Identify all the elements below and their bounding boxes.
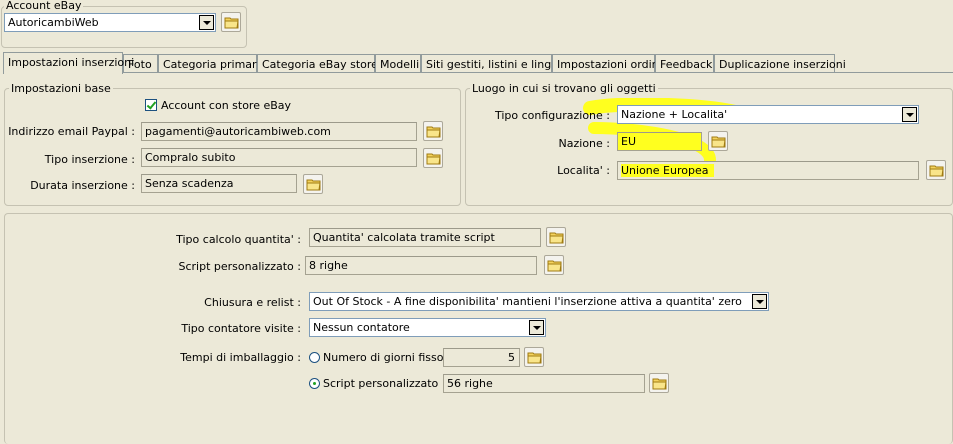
account-folder-button[interactable] bbox=[221, 12, 241, 32]
imballaggio-label: Tempi di imballaggio : bbox=[180, 351, 301, 364]
nazione-folder-button[interactable] bbox=[708, 131, 728, 151]
script-folder-button[interactable] bbox=[544, 255, 564, 275]
localita-field: Unione Europea bbox=[617, 161, 919, 180]
radio-giorni-fisso[interactable] bbox=[309, 352, 320, 363]
giorni-value: 5 bbox=[508, 351, 515, 364]
tab-impostazioni-inserzioni[interactable]: Impostazioni inserzioni bbox=[3, 52, 134, 74]
folder-icon bbox=[547, 260, 562, 272]
tab-modelli[interactable]: Modelli bbox=[375, 54, 421, 73]
paypal-label: Indirizzo email Paypal : bbox=[8, 125, 135, 138]
durata-value: Senza scadenza bbox=[145, 177, 234, 190]
chevron-down-icon[interactable] bbox=[902, 107, 917, 122]
tab-siti-gestiti[interactable]: Siti gestiti, listini e lingue bbox=[421, 54, 565, 73]
store-checkbox[interactable] bbox=[145, 99, 157, 111]
tab-label: Siti gestiti, listini e lingue bbox=[426, 58, 565, 71]
chevron-down-icon[interactable] bbox=[752, 294, 767, 309]
tab-label: Impostazioni ordini bbox=[557, 58, 662, 71]
paypal-field: pagamenti@autoricambiweb.com bbox=[141, 122, 417, 141]
folder-icon bbox=[711, 136, 726, 148]
tab-categoria-ebay-store[interactable]: Categoria eBay store bbox=[257, 54, 378, 73]
tab-label: Impostazioni inserzioni bbox=[8, 56, 135, 69]
chevron-down-icon[interactable] bbox=[199, 15, 214, 30]
relist-select[interactable]: Out Of Stock - A fine disponibilita' man… bbox=[309, 292, 769, 311]
script2-field: 56 righe bbox=[443, 374, 645, 393]
folder-icon bbox=[306, 179, 321, 191]
durata-field: Senza scadenza bbox=[141, 174, 297, 193]
tipo-configurazione-label: Tipo configurazione : bbox=[494, 109, 610, 122]
radio-giorni-label: Numero di giorni fisso bbox=[323, 351, 444, 364]
tipo-calcolo-value: Quantita' calcolata tramite script bbox=[313, 231, 495, 244]
tab-label: Categoria eBay store bbox=[262, 58, 378, 71]
giorni-folder-button[interactable] bbox=[524, 347, 544, 367]
account-select-value: AutoricambiWeb bbox=[8, 16, 99, 29]
account-select[interactable]: AutoricambiWeb bbox=[4, 13, 216, 32]
paypal-value: pagamenti@autoricambiweb.com bbox=[145, 125, 331, 138]
nazione-value: EU bbox=[621, 135, 637, 148]
localita-label: Localita' : bbox=[557, 164, 610, 177]
folder-icon bbox=[527, 352, 542, 364]
contatore-select[interactable]: Nessun contatore bbox=[309, 318, 546, 337]
tab-label: Duplicazione inserzioni bbox=[719, 58, 846, 71]
tipo-inserzione-field: Compralo subito bbox=[141, 148, 417, 167]
tipo-inserzione-value: Compralo subito bbox=[145, 151, 236, 164]
tab-impostazioni-ordini[interactable]: Impostazioni ordini bbox=[552, 54, 662, 73]
script-value: 8 righe bbox=[309, 259, 348, 272]
radio-script-label: Script personalizzato bbox=[323, 377, 439, 390]
durata-label: Durata inserzione : bbox=[30, 179, 135, 192]
paypal-folder-button[interactable] bbox=[423, 121, 443, 141]
relist-label: Chiusura e relist : bbox=[204, 296, 301, 309]
contatore-label: Tipo contatore visite : bbox=[181, 322, 301, 335]
giorni-field: 5 bbox=[443, 348, 520, 367]
durata-folder-button[interactable] bbox=[303, 174, 323, 194]
tipo-calcolo-folder-button[interactable] bbox=[546, 227, 566, 247]
tipo-inserzione-folder-button[interactable] bbox=[423, 148, 443, 168]
tipo-inserzione-label: Tipo inserzione : bbox=[44, 153, 135, 166]
script-field: 8 righe bbox=[305, 256, 537, 275]
radio-script-personalizzato[interactable] bbox=[309, 378, 320, 389]
relist-value: Out Of Stock - A fine disponibilita' man… bbox=[313, 295, 742, 308]
tipo-configurazione-value: Nazione + Localita' bbox=[621, 108, 728, 121]
folder-icon bbox=[929, 165, 944, 177]
account-legend: Account eBay bbox=[4, 0, 84, 12]
tipo-configurazione-select[interactable]: Nazione + Localita' bbox=[617, 105, 919, 124]
chevron-down-icon[interactable] bbox=[529, 320, 544, 335]
folder-icon bbox=[549, 232, 564, 244]
tab-feedback[interactable]: Feedback bbox=[655, 54, 714, 73]
folder-icon bbox=[224, 17, 239, 29]
tab-label: Feedback bbox=[660, 58, 713, 71]
contatore-value: Nessun contatore bbox=[313, 321, 410, 334]
tipo-calcolo-field: Quantita' calcolata tramite script bbox=[309, 228, 541, 247]
folder-icon bbox=[426, 153, 441, 165]
script2-value: 56 righe bbox=[447, 377, 493, 390]
script2-folder-button[interactable] bbox=[649, 373, 669, 393]
folder-icon bbox=[426, 126, 441, 138]
tab-categoria-primaria[interactable]: Categoria primaria bbox=[158, 54, 266, 73]
folder-icon bbox=[652, 378, 667, 390]
nazione-field: EU bbox=[617, 132, 702, 151]
localita-value: Unione Europea bbox=[621, 164, 715, 177]
tab-label: Modelli bbox=[380, 58, 420, 71]
tab-label: Categoria primaria bbox=[163, 58, 267, 71]
store-checkbox-label: Account con store eBay bbox=[161, 99, 292, 112]
base-legend: Impostazioni base bbox=[9, 82, 113, 95]
tab-duplicazione-inserzioni[interactable]: Duplicazione inserzioni bbox=[714, 54, 846, 73]
tipo-calcolo-label: Tipo calcolo quantita' : bbox=[176, 233, 301, 246]
localita-folder-button[interactable] bbox=[926, 160, 946, 180]
script-label: Script personalizzato : bbox=[178, 260, 302, 273]
nazione-label: Nazione : bbox=[558, 137, 610, 150]
luogo-legend: Luogo in cui si trovano gli oggetti bbox=[470, 82, 658, 95]
